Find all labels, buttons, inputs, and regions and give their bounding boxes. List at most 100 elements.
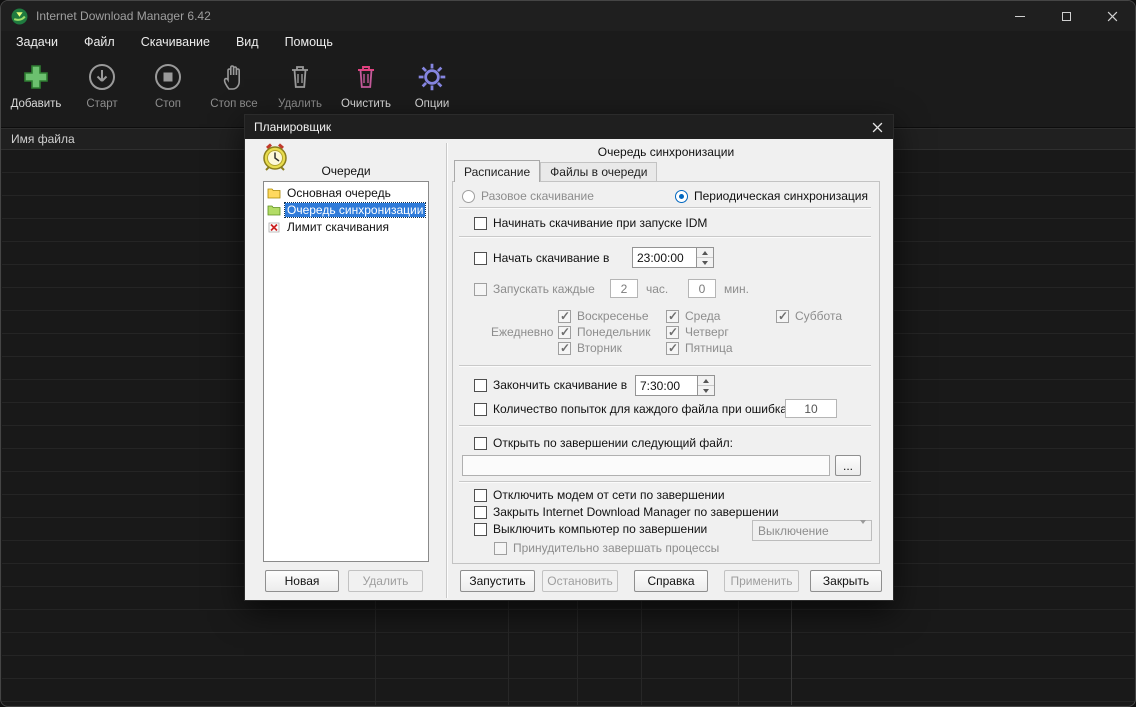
- options-button[interactable]: Опции: [399, 59, 465, 110]
- start-at-checkbox[interactable]: Начать скачивание в: [474, 251, 609, 265]
- gear-icon: [414, 59, 450, 95]
- day-checkbox-friday[interactable]: Пятница: [666, 341, 733, 355]
- start-icon: [84, 59, 120, 95]
- scheduler-dialog: Планировщик Очереди Основная очередь Оче…: [244, 114, 894, 601]
- radio-label: Разовое скачивание: [481, 189, 594, 203]
- close-icon: [1107, 11, 1117, 21]
- retries-input[interactable]: [785, 399, 837, 418]
- hangup-modem-checkbox[interactable]: Отключить модем от сети по завершении: [474, 488, 725, 502]
- day-checkbox-saturday[interactable]: Суббота: [776, 309, 842, 323]
- close-icon: [872, 122, 882, 132]
- spin-up-icon[interactable]: [698, 376, 714, 386]
- day-checkbox-wednesday[interactable]: Среда: [666, 309, 720, 323]
- start-queue-button[interactable]: Запустить: [460, 570, 535, 592]
- add-download-button[interactable]: Добавить: [3, 59, 69, 110]
- day-label: Вторник: [577, 341, 622, 355]
- day-label: Четверг: [685, 325, 729, 339]
- separator: [459, 207, 871, 209]
- checkbox-icon: [558, 341, 571, 355]
- queue-item-main[interactable]: Основная очередь: [264, 184, 428, 201]
- close-dialog-button[interactable]: Закрыть: [810, 570, 882, 592]
- checkbox-icon: [666, 309, 679, 323]
- checkbox-icon: [474, 488, 487, 502]
- add-icon: [18, 59, 54, 95]
- spin-down-icon[interactable]: [698, 386, 714, 395]
- shutdown-mode-select[interactable]: Выключение: [752, 519, 872, 541]
- menu-download[interactable]: Скачивание: [128, 32, 223, 52]
- stop-time-field: [635, 375, 715, 396]
- daily-label: Ежедневно: [491, 325, 554, 339]
- minutes-input[interactable]: [688, 279, 716, 298]
- spin-up-icon[interactable]: [697, 248, 713, 258]
- delete-queue-button[interactable]: Удалить: [348, 570, 423, 592]
- clear-button[interactable]: Очистить: [333, 59, 399, 110]
- checkbox-label: Закончить скачивание в: [493, 378, 628, 392]
- menu-tasks[interactable]: Задачи: [3, 32, 71, 52]
- radio-label: Периодическая синхронизация: [694, 189, 868, 203]
- spin-down-icon[interactable]: [697, 258, 713, 267]
- minimize-button[interactable]: [997, 1, 1043, 31]
- delete-button[interactable]: Удалить: [267, 59, 333, 110]
- close-button[interactable]: [1089, 1, 1135, 31]
- checkbox-icon: [666, 341, 679, 355]
- checkbox-icon: [558, 309, 571, 323]
- queue-item-sync[interactable]: Очередь синхронизации: [264, 201, 428, 218]
- day-checkbox-tuesday[interactable]: Вторник: [558, 341, 622, 355]
- shutdown-checkbox[interactable]: Выключить компьютер по завершении: [474, 522, 707, 536]
- menu-file[interactable]: Файл: [71, 32, 128, 52]
- one-time-download-radio[interactable]: Разовое скачивание: [462, 189, 594, 203]
- tab-files-in-queue[interactable]: Файлы в очереди: [540, 162, 658, 181]
- queue-item-label: Основная очередь: [287, 185, 391, 200]
- day-checkbox-sunday[interactable]: Воскресенье: [558, 309, 649, 323]
- checkbox-icon: [474, 505, 487, 519]
- open-file-checkbox[interactable]: Открыть по завершении следующий файл:: [474, 436, 733, 450]
- retries-checkbox[interactable]: Количество попыток для каждого файла при…: [474, 402, 796, 416]
- day-checkbox-monday[interactable]: Понедельник: [558, 325, 650, 339]
- queues-listbox[interactable]: Основная очередь Очередь синхронизации Л…: [263, 181, 429, 562]
- stop-queue-button[interactable]: Остановить: [542, 570, 618, 592]
- start-button[interactable]: Старт: [69, 59, 135, 110]
- close-idm-checkbox[interactable]: Закрыть Internet Download Manager по зав…: [474, 505, 779, 519]
- menu-view[interactable]: Вид: [223, 32, 272, 52]
- stop-time-spinner[interactable]: [698, 375, 715, 396]
- apply-button[interactable]: Применить: [724, 570, 799, 592]
- checkbox-label: Количество попыток для каждого файла при…: [493, 402, 797, 416]
- toolbar-label: Старт: [86, 98, 118, 110]
- column-filename[interactable]: Имя файла: [11, 132, 75, 146]
- run-every-checkbox[interactable]: Запускать каждые: [474, 282, 595, 296]
- day-checkbox-thursday[interactable]: Четверг: [666, 325, 729, 339]
- stop-time-input[interactable]: [635, 375, 698, 396]
- force-close-processes-checkbox[interactable]: Принудительно завершать процессы: [494, 541, 719, 555]
- checkbox-icon: [474, 216, 487, 230]
- stop-all-hand-icon: [216, 59, 252, 95]
- periodic-sync-radio[interactable]: Периодическая синхронизация: [675, 189, 868, 203]
- idm-logo-icon: [11, 8, 28, 25]
- new-queue-button[interactable]: Новая: [265, 570, 339, 592]
- help-button[interactable]: Справка: [634, 570, 708, 592]
- dialog-close-button[interactable]: [861, 115, 893, 139]
- maximize-button[interactable]: [1043, 1, 1089, 31]
- toolbar-label: Очистить: [340, 98, 392, 110]
- checkbox-icon: [474, 522, 487, 536]
- maximize-icon: [1061, 11, 1071, 21]
- menu-help[interactable]: Помощь: [272, 32, 346, 52]
- dialog-titlebar: Планировщик: [245, 115, 893, 139]
- toolbar-label: Удалить: [278, 98, 322, 110]
- start-time-spinner[interactable]: [697, 247, 714, 268]
- separator: [459, 425, 871, 427]
- queues-heading: Очереди: [321, 164, 371, 178]
- idm-main-window: Internet Download Manager 6.42 Задачи Фа…: [0, 0, 1136, 707]
- browse-button[interactable]: ...: [835, 455, 861, 476]
- start-time-input[interactable]: [632, 247, 697, 268]
- start-on-idm-launch-checkbox[interactable]: Начинать скачивание при запуске IDM: [474, 216, 707, 230]
- stop-at-checkbox[interactable]: Закончить скачивание в: [474, 378, 627, 392]
- tab-schedule[interactable]: Расписание: [454, 160, 541, 182]
- queue-item-limit[interactable]: Лимит скачивания: [264, 218, 428, 235]
- stop-button[interactable]: Стоп: [135, 59, 201, 110]
- folder-sync-icon: [267, 204, 281, 216]
- menu-bar: Задачи Файл Скачивание Вид Помощь: [1, 31, 1135, 53]
- open-file-input[interactable]: [462, 455, 830, 476]
- hours-input[interactable]: [610, 279, 638, 298]
- stop-all-button[interactable]: Стоп все: [201, 59, 267, 110]
- window-titlebar: Internet Download Manager 6.42: [1, 1, 1135, 31]
